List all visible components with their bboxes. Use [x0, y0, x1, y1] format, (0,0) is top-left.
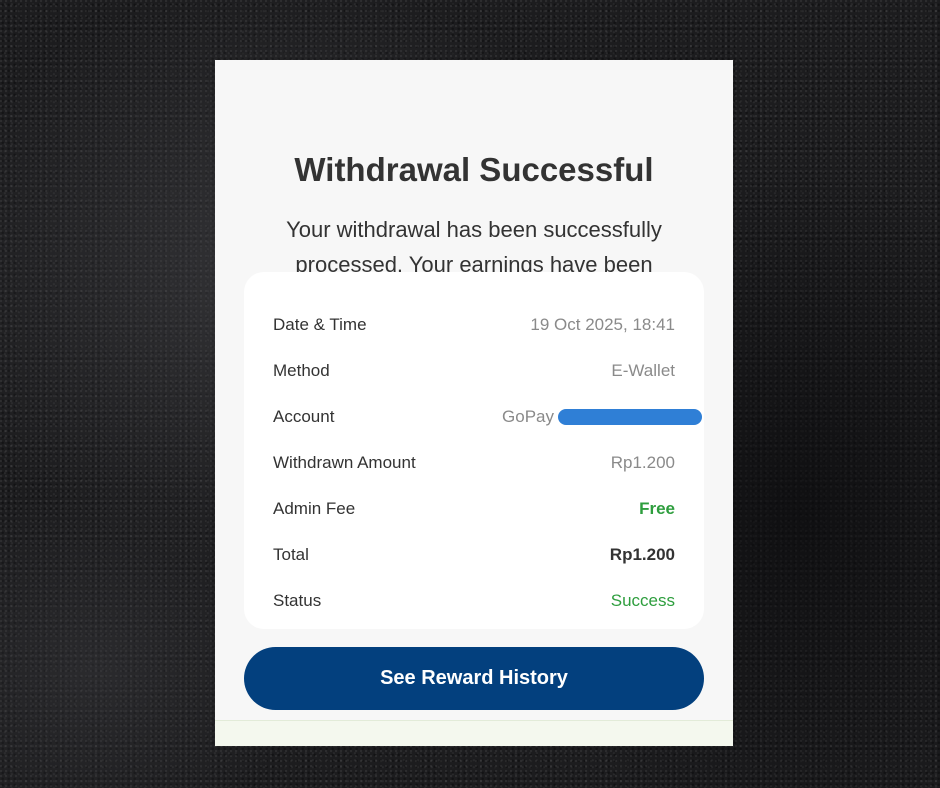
see-reward-history-button[interactable]: See Reward History [244, 647, 704, 710]
status-value: Success [610, 591, 675, 610]
account-provider: GoPay [502, 407, 554, 426]
account-label: Account [273, 407, 335, 426]
detail-row-admin-fee: Admin Fee Free [273, 496, 675, 522]
date-time-value: 19 Oct 2025, 18:41 [530, 315, 675, 334]
dialog-title: Withdrawal Successful [294, 151, 654, 188]
detail-row-date-time: Date & Time 19 Oct 2025, 18:41 [273, 312, 675, 338]
detail-row-withdrawn-amount: Withdrawn Amount Rp1.200 [273, 450, 675, 476]
account-value: GoPay [502, 407, 702, 427]
detail-row-account: Account GoPay [273, 404, 702, 430]
detail-row-method: Method E-Wallet [273, 358, 675, 384]
footer-strip [215, 720, 733, 746]
detail-row-total: Total Rp1.200 [273, 542, 675, 568]
redacted-account-number [558, 409, 702, 425]
transaction-details-panel: Date & Time 19 Oct 2025, 18:41 Method E-… [244, 272, 704, 629]
detail-row-status: Status Success [273, 588, 675, 614]
withdrawal-success-card: Withdrawal Successful Your withdrawal ha… [215, 60, 733, 746]
admin-fee-label: Admin Fee [273, 499, 356, 518]
admin-fee-value: Free [639, 499, 675, 518]
withdrawn-amount-label: Withdrawn Amount [273, 453, 416, 472]
withdrawn-amount-value: Rp1.200 [610, 453, 675, 472]
method-value: E-Wallet [611, 361, 675, 380]
method-label: Method [273, 361, 330, 380]
total-label: Total [273, 545, 309, 564]
total-value: Rp1.200 [609, 545, 675, 564]
status-label: Status [273, 591, 322, 610]
date-time-label: Date & Time [273, 315, 367, 334]
